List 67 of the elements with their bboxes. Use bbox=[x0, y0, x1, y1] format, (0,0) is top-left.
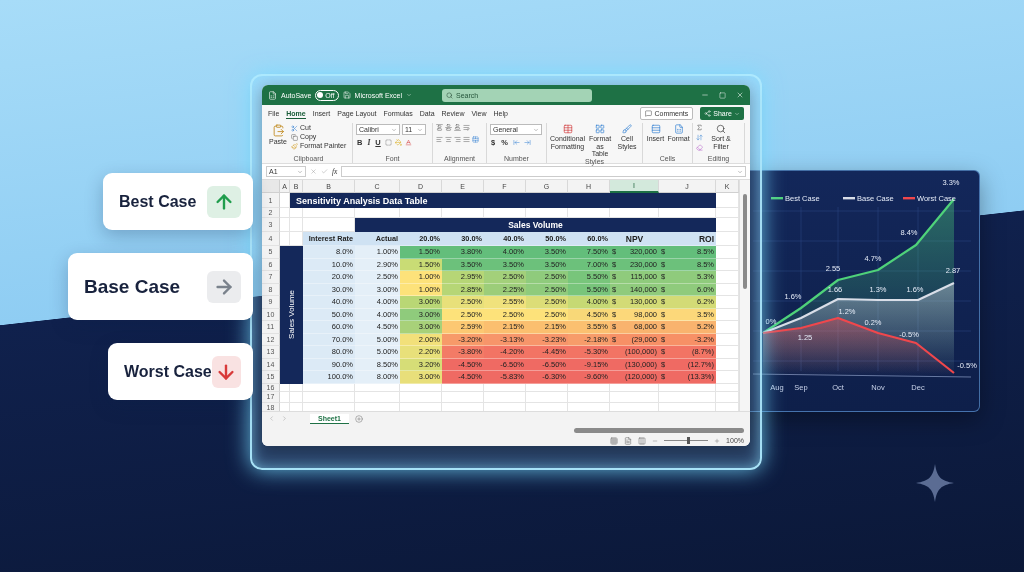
fill-color-icon[interactable] bbox=[394, 139, 402, 146]
chevron-down-icon bbox=[391, 126, 397, 133]
format-cells-icon bbox=[673, 124, 684, 134]
table-band-title: Sales Volume bbox=[355, 218, 716, 232]
zoom-out-icon[interactable] bbox=[652, 437, 659, 444]
paintbrush-icon bbox=[291, 142, 298, 150]
page-break-icon[interactable] bbox=[638, 436, 647, 445]
search-icon bbox=[716, 124, 726, 134]
chevron-left-icon[interactable] bbox=[268, 415, 275, 422]
clipboard-icon bbox=[271, 124, 285, 137]
scenario-label: Worst Case bbox=[124, 362, 212, 381]
column-title: NPV bbox=[610, 232, 659, 246]
align-bottom-icon[interactable] bbox=[454, 124, 461, 131]
vertical-scrollbar[interactable] bbox=[739, 180, 750, 411]
search-icon bbox=[446, 91, 454, 99]
align-right-icon[interactable] bbox=[454, 136, 461, 143]
chevron-right-icon[interactable] bbox=[281, 415, 288, 422]
align-center-icon[interactable] bbox=[445, 136, 452, 143]
legend-swatch bbox=[843, 197, 855, 200]
brush-icon bbox=[622, 124, 632, 134]
legend-swatch bbox=[903, 197, 915, 200]
align-left-icon[interactable] bbox=[436, 136, 443, 143]
insert-rows-icon bbox=[650, 124, 661, 134]
comment-icon bbox=[645, 110, 653, 117]
scenario-label: Base Case bbox=[84, 275, 181, 298]
zoom-in-icon[interactable] bbox=[714, 437, 721, 444]
legend-swatch bbox=[771, 197, 783, 200]
page-layout-icon[interactable] bbox=[624, 436, 633, 445]
minimize-icon[interactable] bbox=[701, 91, 709, 99]
spreadsheet-icon bbox=[268, 90, 277, 100]
zoom-thumb[interactable] bbox=[686, 437, 690, 444]
maximize-icon[interactable] bbox=[719, 91, 726, 99]
share-icon bbox=[704, 110, 712, 117]
chevron-down-icon bbox=[734, 110, 740, 117]
table-format-icon bbox=[595, 124, 606, 134]
column-title: ROI bbox=[659, 232, 716, 246]
chevron-down-icon bbox=[737, 168, 743, 175]
horizontal-scrollbar[interactable] bbox=[574, 427, 744, 433]
font-color-icon[interactable] bbox=[404, 139, 412, 146]
close-icon[interactable] bbox=[736, 91, 744, 99]
table-rules-icon bbox=[562, 124, 573, 134]
align-middle-icon[interactable] bbox=[445, 124, 452, 131]
scenario-label: Best Case bbox=[119, 192, 197, 211]
check-icon[interactable] bbox=[321, 168, 328, 175]
chevron-down-icon bbox=[533, 126, 539, 133]
chevron-down-icon[interactable] bbox=[406, 92, 413, 98]
chevron-down-icon bbox=[417, 126, 423, 133]
justify-icon[interactable] bbox=[463, 136, 470, 143]
sheet-title: Sensitivity Analysis Data Table bbox=[290, 193, 716, 208]
border-icon[interactable] bbox=[384, 139, 392, 146]
align-top-icon[interactable] bbox=[436, 124, 443, 131]
add-sheet-icon[interactable] bbox=[354, 414, 363, 423]
sparkle-icon bbox=[916, 464, 954, 502]
chevron-down-icon bbox=[297, 168, 303, 175]
merge-cells-icon[interactable] bbox=[472, 136, 479, 143]
cancel-icon[interactable] bbox=[310, 168, 317, 175]
normal-view-icon[interactable] bbox=[610, 436, 619, 445]
copy-icon bbox=[291, 133, 298, 141]
scissors-icon bbox=[291, 124, 298, 132]
eraser-icon[interactable] bbox=[696, 144, 703, 151]
empty-cell bbox=[290, 218, 303, 232]
wrap-text-icon[interactable] bbox=[463, 124, 470, 131]
sum-icon[interactable] bbox=[696, 124, 703, 131]
side-label: Sales Volume bbox=[287, 290, 296, 340]
select-all-corner[interactable] bbox=[262, 180, 280, 193]
save-icon[interactable] bbox=[342, 91, 351, 99]
formula-input[interactable] bbox=[341, 166, 746, 177]
